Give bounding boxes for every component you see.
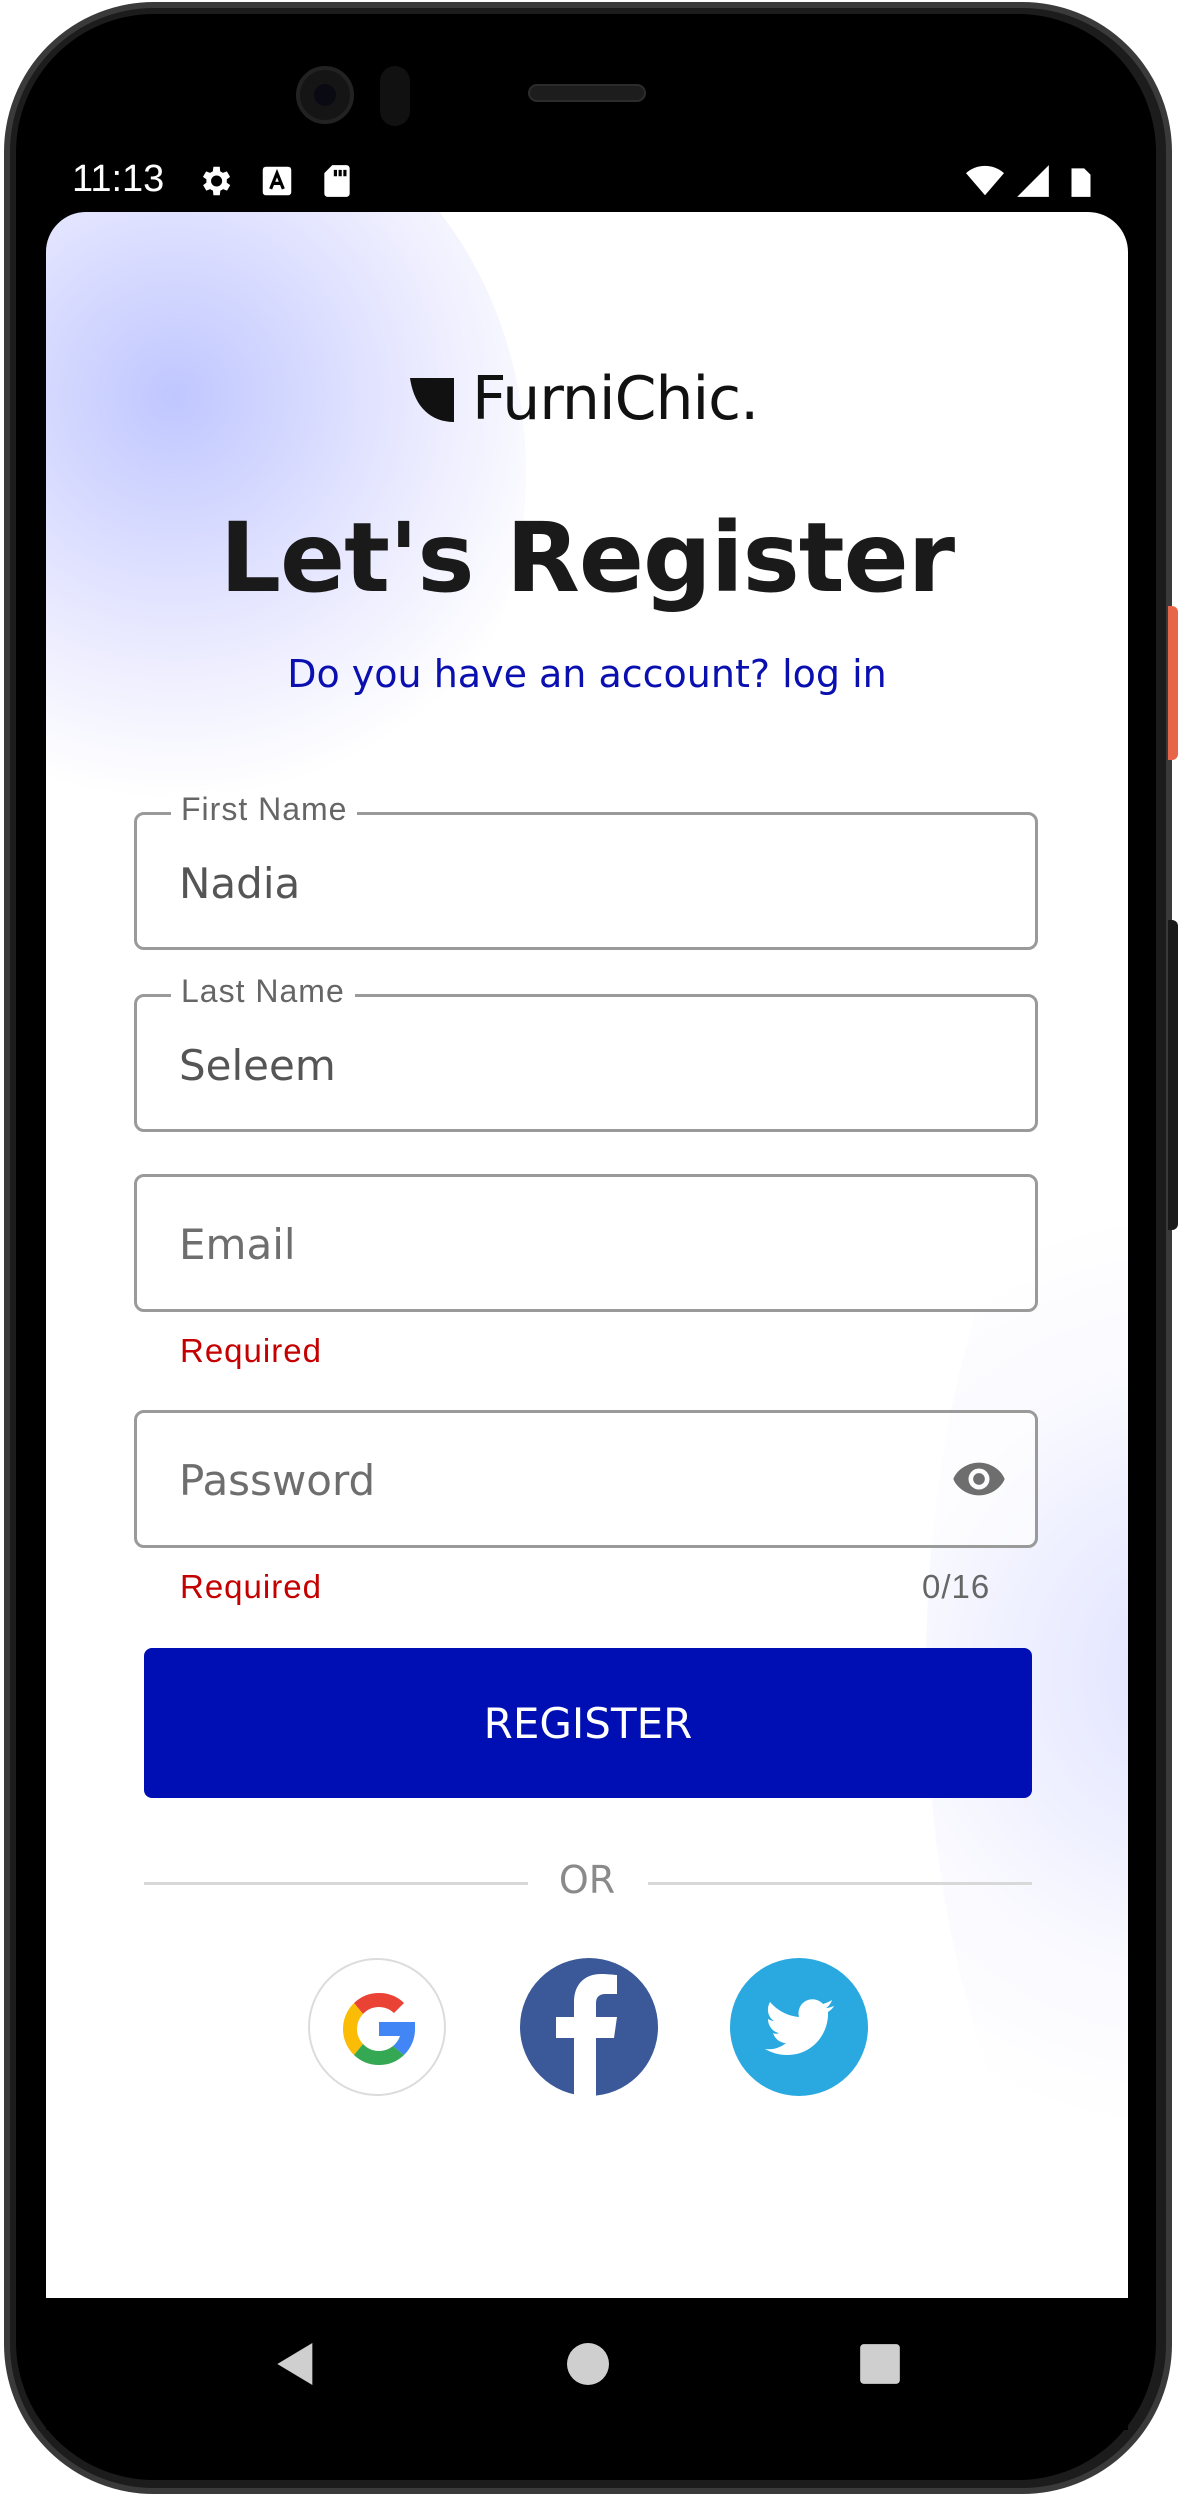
signal-icon xyxy=(1014,162,1052,200)
last-name-value: Seleem xyxy=(179,1041,336,1090)
password-char-counter: 0/16 xyxy=(922,1568,991,1605)
facebook-sign-in-button[interactable] xyxy=(520,1958,658,2096)
password-input[interactable] xyxy=(179,1453,939,1507)
eye-icon[interactable] xyxy=(947,1451,1011,1507)
first-name-field[interactable]: First Name Nadia xyxy=(134,791,1038,950)
google-icon xyxy=(342,1992,416,2066)
google-sign-in-button[interactable] xyxy=(308,1958,446,2096)
email-input[interactable] xyxy=(179,1217,939,1271)
brand-name: FurniChic. xyxy=(472,364,759,434)
login-link[interactable]: Do you have an account? log in xyxy=(46,652,1128,696)
back-icon[interactable] xyxy=(268,2336,324,2392)
earpiece-speaker xyxy=(528,84,646,102)
last-name-label: Last Name xyxy=(171,973,355,1010)
battery-icon xyxy=(1062,162,1100,200)
first-name-label: First Name xyxy=(171,791,358,828)
home-icon[interactable] xyxy=(560,2336,616,2392)
register-screen: FurniChic. Let's Register Do you have an… xyxy=(46,212,1128,2298)
password-error: Required xyxy=(180,1568,322,1605)
proximity-sensor xyxy=(380,66,410,126)
status-bar: 11:13 xyxy=(46,150,1132,212)
email-field[interactable] xyxy=(134,1174,1038,1312)
gear-icon xyxy=(196,162,234,200)
sd-card-icon xyxy=(318,162,356,200)
brand-logo: FurniChic. xyxy=(410,364,759,434)
or-divider-label: OR xyxy=(558,1858,616,1902)
volume-button xyxy=(1168,920,1178,1230)
divider-line-right xyxy=(648,1882,1032,1885)
email-error: Required xyxy=(180,1332,322,1369)
first-name-value: Nadia xyxy=(179,859,301,908)
furnichic-logo-icon xyxy=(410,378,454,422)
page-title: Let's Register xyxy=(219,502,955,614)
twitter-icon xyxy=(730,1958,868,2096)
recents-icon[interactable] xyxy=(852,2336,908,2392)
last-name-field[interactable]: Last Name Seleem xyxy=(134,973,1038,1132)
a-box-icon xyxy=(258,162,296,200)
status-time: 11:13 xyxy=(72,158,165,200)
register-button[interactable]: REGISTER xyxy=(144,1648,1032,1798)
password-field[interactable] xyxy=(134,1410,1038,1548)
facebook-icon xyxy=(520,1958,658,2096)
front-camera xyxy=(296,66,354,124)
twitter-sign-in-button[interactable] xyxy=(730,1958,868,2096)
system-nav-bar xyxy=(46,2298,1128,2430)
wifi-icon xyxy=(966,162,1004,200)
power-button xyxy=(1168,606,1178,760)
